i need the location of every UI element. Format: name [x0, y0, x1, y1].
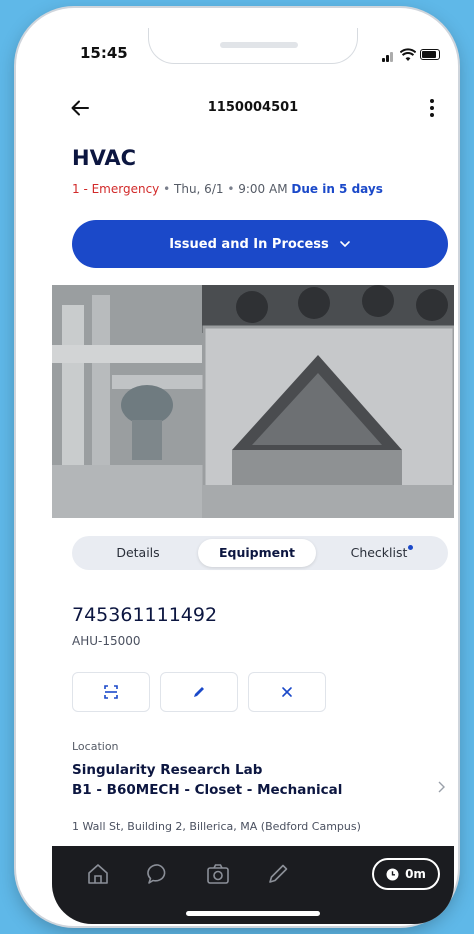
app-screen: 15:45 1150004501 HVAC 1 - Emergency • Th…: [52, 28, 454, 924]
clock-icon: [386, 868, 399, 880]
device-speaker: [220, 42, 298, 48]
pencil-icon[interactable]: [264, 860, 292, 888]
edit-equipment-button[interactable]: [160, 672, 238, 712]
signal-icon: [382, 58, 385, 62]
hvac-unit-image: [52, 285, 454, 518]
equipment-photo: [52, 285, 454, 518]
bottom-navigation: 0m: [52, 846, 454, 924]
remove-x-icon: [282, 687, 292, 697]
signal-icon: [386, 55, 389, 62]
home-indicator: [186, 911, 320, 916]
due-label: Due in 5 days: [291, 182, 383, 196]
checklist-indicator-dot: [408, 545, 414, 550]
remove-equipment-button[interactable]: [248, 672, 326, 712]
scan-icon: [104, 685, 118, 699]
work-order-number: 1150004501: [207, 100, 299, 115]
priority-label: 1 - Emergency: [72, 182, 160, 196]
equipment-tag: AHU-15000: [72, 634, 141, 648]
tab-details[interactable]: Details: [76, 539, 200, 567]
tab-equipment[interactable]: Equipment: [198, 539, 316, 567]
wifi-icon: [400, 48, 416, 61]
more-options-icon[interactable]: [428, 98, 436, 118]
meta-separator: •: [163, 182, 171, 196]
scan-button[interactable]: [72, 672, 150, 712]
phone-frame: 15:45 1150004501 HVAC 1 - Emergency • Th…: [16, 8, 458, 926]
app-header: 1150004501: [52, 96, 454, 120]
equipment-id: 745361111492: [72, 604, 218, 626]
timer-label: 0m: [405, 867, 426, 881]
scheduled-time: 9:00 AM: [238, 182, 288, 196]
location-site[interactable]: Singularity Research Lab: [72, 762, 262, 778]
home-icon[interactable]: [84, 860, 112, 888]
chevron-down-icon: [339, 241, 350, 248]
section-tabs: Details Equipment Checklist: [72, 536, 448, 570]
tab-checklist[interactable]: Checklist: [320, 539, 444, 567]
status-icons: [382, 48, 442, 62]
camera-icon[interactable]: [204, 860, 232, 888]
location-label: Location: [72, 740, 119, 753]
status-label: Issued and In Process: [169, 236, 329, 252]
work-order-meta: 1 - Emergency • Thu, 6/1 • 9:00 AM Due i…: [72, 182, 383, 196]
battery-icon: [420, 49, 440, 60]
chat-icon[interactable]: [144, 860, 172, 888]
chevron-right-icon[interactable]: [436, 780, 446, 794]
work-order-title: HVAC: [72, 146, 137, 170]
edit-pencil-icon: [194, 687, 204, 697]
signal-icon: [390, 52, 393, 62]
time-tracker-button[interactable]: 0m: [372, 858, 440, 890]
status-time: 15:45: [80, 44, 128, 62]
status-dropdown-button[interactable]: Issued and In Process: [72, 220, 448, 268]
location-address: 1 Wall St, Building 2, Billerica, MA (Be…: [72, 820, 361, 833]
meta-separator: •: [227, 182, 235, 196]
scheduled-date: Thu, 6/1: [174, 182, 224, 196]
location-room[interactable]: B1 - B60MECH - Closet - Mechanical: [72, 782, 342, 798]
